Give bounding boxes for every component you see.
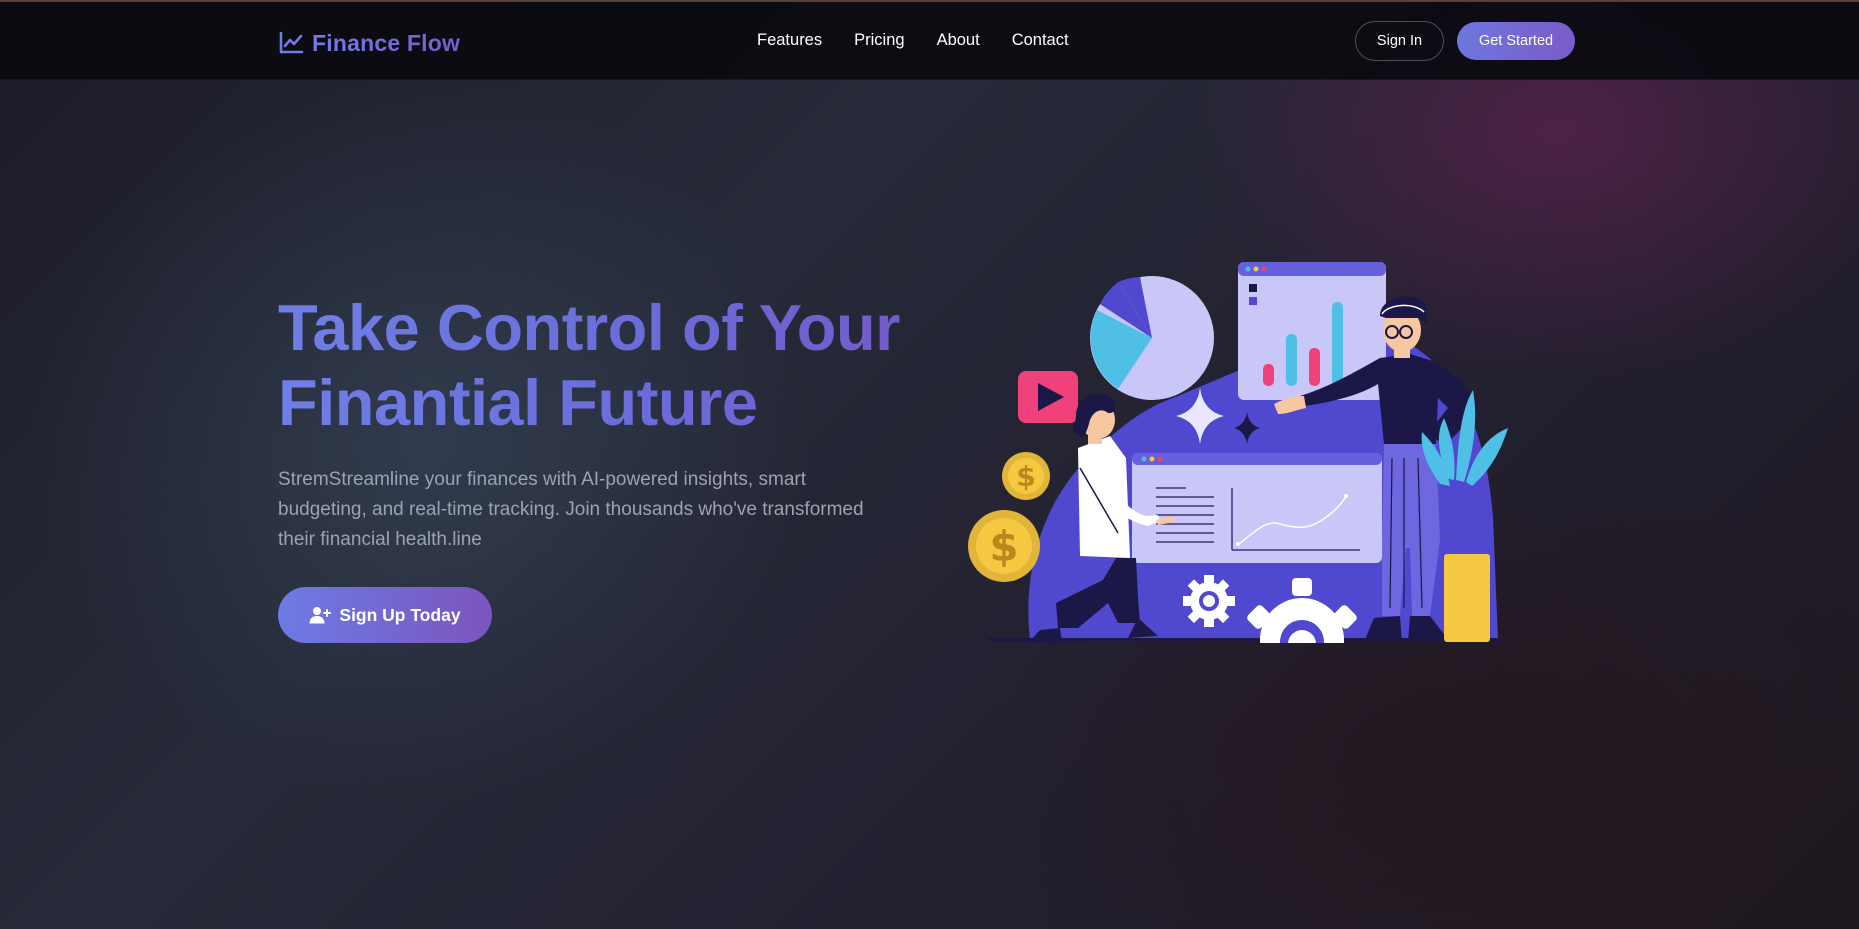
nav-link-contact[interactable]: Contact	[1012, 31, 1069, 50]
chart-line-icon	[279, 31, 304, 54]
brand-logo[interactable]: Finance Flow	[278, 26, 460, 60]
sign-in-button[interactable]: Sign In	[1355, 21, 1444, 61]
nav-link-features[interactable]: Features	[757, 31, 822, 50]
user-plus-icon	[309, 607, 332, 624]
dollar-coin-icon: $	[1002, 452, 1050, 500]
hero-title-line-2: Finantial Future	[278, 365, 998, 440]
svg-text:$: $	[1016, 460, 1035, 493]
nav-link-pricing[interactable]: Pricing	[854, 31, 904, 50]
sign-up-button[interactable]: Sign Up Today	[278, 587, 492, 643]
get-started-button[interactable]: Get Started	[1457, 22, 1575, 60]
nav-link-about[interactable]: About	[937, 31, 980, 50]
landing-page: Finance Flow Features Pricing About Cont…	[0, 0, 1859, 929]
pie-chart	[1090, 276, 1214, 400]
nav-links: Features Pricing About Contact	[757, 31, 1069, 50]
svg-text:$: $	[989, 522, 1018, 571]
play-icon	[1018, 371, 1078, 423]
sign-up-label: Sign Up Today	[339, 604, 461, 625]
finance-team-illustration: $ $	[968, 262, 1508, 643]
navbar: Finance Flow Features Pricing About Cont…	[0, 2, 1859, 80]
line-chart	[1132, 453, 1382, 563]
brand-name: Finance Flow	[312, 29, 461, 56]
hero-title: Take Control of Your Finantial Future	[278, 290, 998, 440]
hero-title-line-1: Take Control of Your	[278, 290, 998, 365]
hero-subtitle: StremStreamline your finances with AI-po…	[278, 469, 864, 550]
dollar-coin-icon: $	[968, 510, 1040, 582]
